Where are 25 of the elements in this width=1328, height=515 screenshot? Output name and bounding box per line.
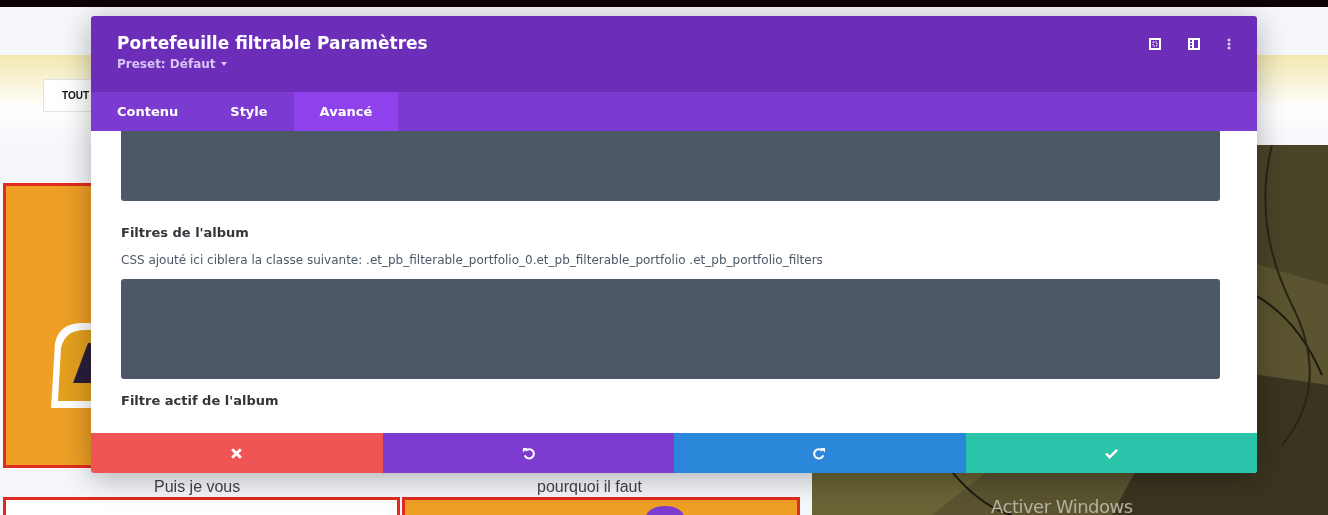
field-label: Filtres de l'album bbox=[121, 225, 249, 240]
code-editor[interactable] bbox=[121, 131, 1220, 201]
field-description: CSS ajouté ici ciblera la classe suivante: .et_pb_filterable_portfolio_0.et_pb_filterable_portfolio .et_pb_portfolio_filters bbox=[121, 253, 823, 267]
field-label: Filtre actif de l'album bbox=[121, 393, 279, 408]
caption-text: Puis je vous bbox=[154, 478, 241, 496]
caption-text: pourquoi il faut bbox=[537, 478, 642, 496]
sidebar-icon[interactable] bbox=[1188, 38, 1200, 50]
tab[interactable]: Avancé bbox=[293, 92, 399, 131]
more-icon[interactable] bbox=[1227, 38, 1231, 50]
save-button[interactable] bbox=[965, 433, 1257, 473]
check-icon bbox=[1104, 446, 1118, 460]
undo-button[interactable] bbox=[382, 433, 674, 473]
caret-icon bbox=[220, 62, 227, 66]
undo-icon bbox=[521, 446, 535, 460]
redo-button[interactable] bbox=[674, 433, 966, 473]
expand-icon[interactable] bbox=[1149, 38, 1161, 50]
cancel-button[interactable] bbox=[91, 433, 383, 473]
tab[interactable]: Style bbox=[204, 92, 294, 131]
tab[interactable]: Contenu bbox=[91, 92, 205, 131]
modal-title: Portefeuille filtrable Paramètres bbox=[117, 33, 428, 53]
preset-dropdown[interactable]: Preset: Défaut bbox=[117, 57, 227, 71]
redo-icon bbox=[813, 446, 827, 460]
close-icon bbox=[230, 446, 244, 460]
code-editor[interactable] bbox=[121, 279, 1220, 379]
activation-notice: Activer Windows bbox=[991, 496, 1133, 515]
